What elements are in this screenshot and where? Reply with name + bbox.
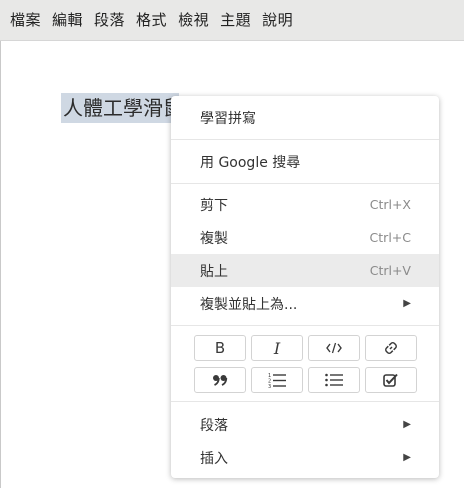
svg-text:3: 3: [268, 384, 271, 388]
link-icon: [385, 342, 397, 354]
quote-icon: [213, 375, 228, 386]
menu-paragraph[interactable]: 段落: [90, 0, 129, 41]
bold-icon: B: [214, 339, 226, 357]
shortcut-paste: Ctrl+V: [369, 263, 411, 278]
task-list-button[interactable]: [365, 367, 417, 393]
menu-item-insert[interactable]: 插入 ▶: [171, 441, 439, 474]
menu-item-label: 貼上: [200, 263, 228, 280]
chevron-right-icon: ▶: [403, 452, 411, 463]
selected-text[interactable]: 人體工學滑鼠: [61, 93, 179, 123]
menu-item-google-search[interactable]: 用 Google 搜尋: [171, 145, 439, 178]
menu-edit[interactable]: 編輯: [48, 0, 87, 41]
checkbox-icon: [383, 373, 398, 387]
code-button[interactable]: [308, 335, 360, 361]
italic-button[interactable]: I: [251, 335, 303, 361]
ordered-list-icon: 1 2 3: [268, 373, 286, 388]
ordered-list-button[interactable]: 1 2 3: [251, 367, 303, 393]
menu-divider: [171, 139, 439, 140]
menu-theme[interactable]: 主題: [216, 0, 255, 41]
menu-item-cut[interactable]: 剪下 Ctrl+X: [171, 188, 439, 221]
menu-item-learn-spelling[interactable]: 學習拼寫: [171, 101, 439, 134]
italic-icon: I: [273, 338, 281, 358]
menubar: 檔案 編輯 段落 格式 檢視 主題 說明: [0, 0, 464, 41]
menu-help[interactable]: 說明: [258, 0, 297, 41]
menu-item-label: 複製並貼上為...: [200, 296, 298, 313]
menu-divider: [171, 183, 439, 184]
menu-view[interactable]: 檢視: [174, 0, 213, 41]
menu-item-copy-paste-as[interactable]: 複製並貼上為... ▶: [171, 287, 439, 320]
menu-divider: [171, 325, 439, 326]
menu-item-copy[interactable]: 複製 Ctrl+C: [171, 221, 439, 254]
quote-button[interactable]: [194, 367, 246, 393]
menu-item-paste[interactable]: 貼上 Ctrl+V: [171, 254, 439, 287]
menu-format[interactable]: 格式: [132, 0, 171, 41]
chevron-right-icon: ▶: [403, 298, 411, 309]
menu-item-paragraph[interactable]: 段落 ▶: [171, 408, 439, 441]
menu-divider: [171, 401, 439, 402]
shortcut-cut: Ctrl+X: [369, 197, 411, 212]
link-button[interactable]: [365, 335, 417, 361]
window-edge: [0, 41, 1, 488]
menu-file[interactable]: 檔案: [6, 0, 45, 41]
bullet-list-icon: [325, 373, 343, 387]
code-icon: [326, 342, 342, 354]
context-menu: 學習拼寫 用 Google 搜尋 剪下 Ctrl+X 複製 Ctrl+C 貼上 …: [171, 96, 439, 478]
menu-item-label: 段落: [200, 417, 228, 434]
menu-item-label: 插入: [200, 450, 228, 467]
menu-item-label: 用 Google 搜尋: [200, 154, 301, 171]
shortcut-copy: Ctrl+C: [369, 230, 411, 245]
menu-item-label: 學習拼寫: [200, 110, 256, 127]
menu-item-label: 複製: [200, 230, 228, 247]
bullet-list-button[interactable]: [308, 367, 360, 393]
menu-item-label: 剪下: [200, 197, 228, 214]
chevron-right-icon: ▶: [403, 419, 411, 430]
bold-button[interactable]: B: [194, 335, 246, 361]
